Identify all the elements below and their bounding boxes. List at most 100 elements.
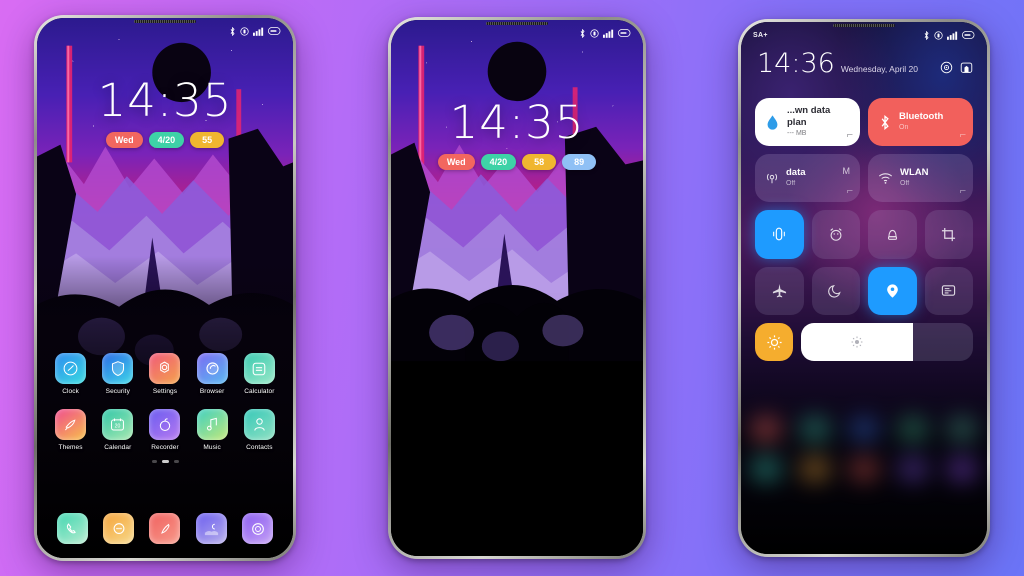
app-settings[interactable]: Settings — [145, 353, 185, 395]
brightness-slider-fill — [801, 323, 913, 361]
app-label: Browser — [199, 388, 225, 395]
brightness-sun-icon — [851, 336, 863, 348]
control-center-tiles: ...wn data plan --- MB ⌐ Bluetooth On ⌐ — [755, 98, 973, 361]
status-carrier: SA+ — [753, 31, 768, 39]
app-label: Clock — [62, 388, 79, 395]
chevron-expand-icon[interactable]: ⌐ — [847, 129, 853, 141]
screenshot-toggle[interactable] — [924, 210, 973, 259]
phone-app-icon[interactable] — [56, 513, 88, 544]
earpiece-grille — [833, 24, 895, 27]
app-label: Calendar — [104, 444, 132, 451]
brightness-slider[interactable] — [801, 323, 973, 361]
settings-target-icon[interactable] — [940, 61, 953, 74]
tile-title: data — [786, 167, 806, 179]
badge-date[interactable]: 4/20 — [148, 132, 185, 148]
airplane-icon — [772, 284, 786, 298]
bluetooth-icon — [924, 30, 929, 40]
flashlight-toggle[interactable] — [868, 210, 917, 259]
app-calculator[interactable]: Calculator — [239, 353, 279, 395]
battery-icon — [268, 27, 281, 35]
badge-weekday[interactable]: Wed — [437, 154, 475, 170]
gear-icon — [160, 361, 170, 373]
gallery-app-icon[interactable] — [195, 513, 227, 544]
camera-app-icon[interactable] — [242, 513, 274, 544]
bluetooth-icon — [580, 28, 585, 38]
notes-app-icon[interactable] — [149, 513, 181, 544]
app-recorder[interactable]: Recorder — [145, 409, 185, 451]
badge-value-1[interactable]: 58 — [522, 154, 557, 170]
page-dot-active[interactable] — [161, 460, 169, 463]
messages-app-icon[interactable] — [103, 513, 135, 544]
signal-icon — [603, 29, 614, 38]
dock — [37, 513, 293, 544]
app-label: Themes — [58, 444, 83, 451]
phone2-screen[interactable]: 14:35 Wed 4/20 58 89 — [391, 20, 643, 556]
app-security[interactable]: Security — [98, 353, 138, 395]
phone1-clock-widget[interactable]: 14:35 Wed 4/20 55 — [37, 78, 293, 148]
alarm-icon — [830, 228, 842, 242]
toggle-row-2 — [755, 266, 973, 315]
reading-mode-toggle[interactable] — [924, 266, 973, 315]
battery-icon — [618, 29, 631, 37]
chevron-expand-icon[interactable]: ⌐ — [847, 185, 853, 197]
music-icon — [206, 417, 217, 431]
battery-icon — [962, 31, 975, 39]
mobile-data-plan-tile[interactable]: ...wn data plan --- MB ⌐ — [755, 98, 860, 146]
page-dot[interactable] — [173, 460, 179, 463]
badge-value[interactable]: 55 — [190, 132, 225, 148]
alarm-toggle[interactable] — [811, 210, 860, 259]
badge-weekday[interactable]: Wed — [105, 132, 143, 148]
app-themes[interactable]: Themes — [51, 409, 91, 451]
app-label: Recorder — [151, 444, 179, 451]
shield-icon — [111, 361, 124, 377]
auto-brightness-toggle[interactable] — [755, 323, 793, 361]
tile-sim-label: M — [842, 166, 851, 176]
page-indicator[interactable] — [37, 460, 293, 463]
chevron-expand-icon[interactable]: ⌐ — [960, 185, 966, 197]
app-grid: Clock Security Settings Browser Calculat… — [37, 353, 293, 463]
vibrate-toggle[interactable] — [755, 210, 804, 259]
edit-bookmark-icon[interactable] — [960, 61, 973, 74]
location-toggle[interactable] — [868, 266, 917, 315]
app-browser[interactable]: Browser — [192, 353, 232, 395]
wlan-tile[interactable]: WLAN Off ⌐ — [868, 154, 973, 202]
app-row-1: Clock Security Settings Browser Calculat… — [37, 353, 293, 395]
vibrate-icon — [590, 28, 599, 38]
app-calendar[interactable]: 20 Calendar — [98, 409, 138, 451]
badge-value-2[interactable]: 89 — [562, 154, 597, 170]
app-row-2: Themes 20 Calendar Recorder Music Contac… — [37, 409, 293, 451]
bluetooth-icon — [881, 114, 889, 130]
app-music[interactable]: Music — [192, 409, 232, 451]
phone1-screen[interactable]: 14:35 Wed 4/20 55 Clock Security Setting… — [37, 18, 293, 558]
clock-icon — [63, 361, 78, 376]
phone3-screen[interactable]: SA+ 14:36 Wednesday, April 20 ...wn data… — [741, 22, 987, 554]
mobile-data-tile[interactable]: data Off M ⌐ — [755, 154, 860, 202]
phone-device-lock: 14:35 Wed 4/20 58 89 — [388, 17, 646, 559]
phone-device-home: 14:35 Wed 4/20 55 Clock Security Setting… — [34, 15, 296, 561]
app-clock[interactable]: Clock — [51, 353, 91, 395]
chevron-expand-icon[interactable]: ⌐ — [960, 129, 966, 141]
crop-icon — [942, 227, 956, 241]
clock-time: 14:35 — [97, 74, 233, 127]
airplane-mode-toggle[interactable] — [755, 266, 804, 315]
bluetooth-tile[interactable]: Bluetooth On ⌐ — [868, 98, 973, 146]
app-contacts[interactable]: Contacts — [239, 409, 279, 451]
contacts-icon — [254, 418, 265, 431]
location-pin-icon — [886, 284, 898, 298]
badge-date[interactable]: 4/20 — [480, 154, 517, 170]
vibrate-icon — [934, 30, 943, 40]
themes-icon — [65, 419, 76, 431]
tile-title: WLAN — [900, 167, 929, 179]
tile-title: Bluetooth — [899, 111, 944, 123]
phone2-clock-widget[interactable]: 14:35 Wed 4/20 58 89 — [391, 100, 643, 170]
wifi-icon — [878, 172, 893, 184]
app-label: Music — [203, 444, 221, 451]
big-tile-row: ...wn data plan --- MB ⌐ Bluetooth On ⌐ — [755, 98, 973, 146]
brightness-row — [755, 323, 973, 361]
earpiece-grille — [486, 22, 548, 25]
dnd-toggle[interactable] — [811, 266, 860, 315]
connectivity-tile-row: data Off M ⌐ WLAN Off ⌐ — [755, 154, 973, 202]
page-dot[interactable] — [151, 460, 157, 463]
water-drop-icon — [767, 114, 778, 130]
signal-icon — [253, 27, 264, 36]
